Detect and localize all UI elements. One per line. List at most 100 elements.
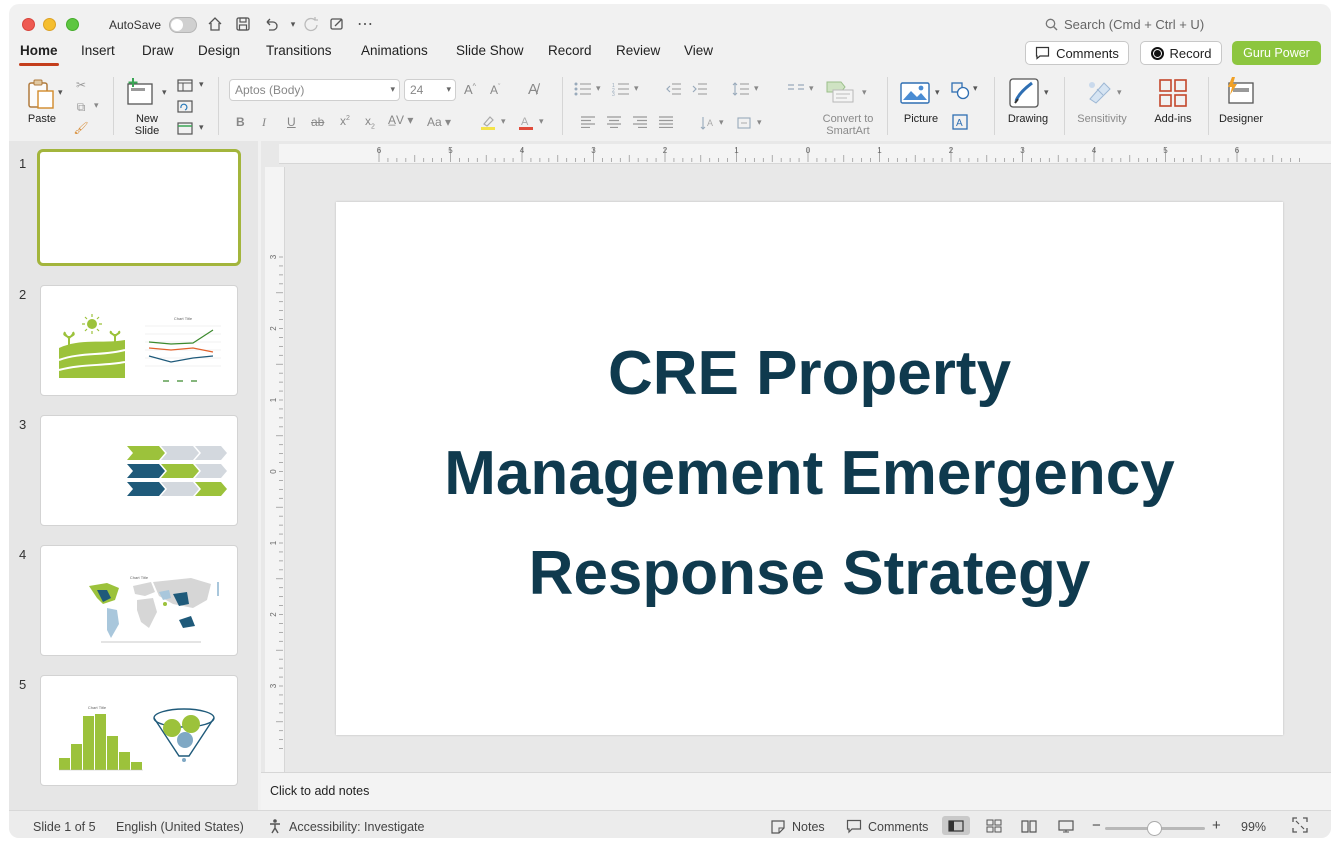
character-spacing-icon[interactable]: A̲V ▾ [388, 113, 413, 127]
home-icon[interactable] [205, 14, 225, 34]
tab-animations[interactable]: Animations [361, 42, 428, 68]
highlight-icon[interactable] [479, 113, 497, 131]
italic-icon[interactable]: I [262, 115, 266, 130]
columns-icon[interactable] [786, 81, 806, 97]
superscript-icon[interactable]: x2 [340, 114, 350, 128]
language-status[interactable]: English (United States) [116, 820, 244, 834]
section-icon[interactable] [176, 120, 194, 136]
increase-indent-icon[interactable] [691, 81, 709, 97]
align-left-icon[interactable] [579, 115, 597, 129]
format-painter-icon[interactable]: 🖌 [73, 120, 89, 136]
line-spacing-dropdown-icon[interactable]: ▾ [754, 83, 759, 94]
fit-to-window-icon[interactable] [1292, 817, 1308, 836]
reset-icon[interactable] [176, 98, 194, 114]
smartart-dropdown-icon[interactable]: ▾ [862, 87, 867, 98]
clear-formatting-icon[interactable]: A̸ [528, 81, 538, 98]
picture-dropdown-icon[interactable]: ▾ [935, 87, 940, 98]
reading-view-icon[interactable] [1015, 816, 1043, 835]
comments-toggle[interactable]: Comments [868, 820, 928, 834]
new-slide-icon[interactable] [126, 77, 156, 107]
new-slide-dropdown-icon[interactable]: ▾ [162, 87, 167, 98]
font-color-dropdown-icon[interactable]: ▾ [539, 116, 544, 127]
shapes-dropdown-icon[interactable]: ▾ [973, 83, 978, 94]
text-direction-dropdown-icon[interactable]: ▾ [719, 117, 724, 128]
slide-sorter-icon[interactable] [980, 816, 1008, 835]
font-color-icon[interactable]: A [517, 113, 535, 131]
guru-power-button[interactable]: Guru Power [1232, 41, 1321, 65]
save-icon[interactable] [233, 14, 253, 34]
redo-icon[interactable] [301, 14, 321, 34]
tab-view[interactable]: View [684, 42, 713, 68]
smartart-icon[interactable] [824, 77, 858, 105]
zoom-slider-handle[interactable] [1147, 821, 1162, 836]
close-window-button[interactable] [22, 18, 35, 31]
cut-icon[interactable]: ✂ [73, 77, 89, 93]
layout-icon[interactable] [176, 77, 194, 93]
bullets-dropdown-icon[interactable]: ▾ [596, 83, 601, 94]
paste-dropdown-icon[interactable]: ▾ [58, 87, 63, 98]
normal-view-icon[interactable] [942, 816, 970, 835]
text-direction-icon[interactable]: A [698, 115, 716, 131]
shapes-icon[interactable] [951, 81, 971, 101]
search-box[interactable]: Search (Cmd + Ctrl + U) [1045, 17, 1204, 32]
zoom-in-icon[interactable]: + [1212, 817, 1221, 834]
copy-dropdown-icon[interactable]: ▾ [94, 100, 99, 111]
autosave-toggle[interactable] [169, 17, 197, 33]
tab-record[interactable]: Record [548, 42, 592, 68]
notes-pane[interactable]: Click to add notes [261, 772, 1331, 810]
align-right-icon[interactable] [631, 115, 649, 129]
tab-home[interactable]: Home [19, 42, 59, 68]
zoom-window-button[interactable] [66, 18, 79, 31]
strikethrough-icon[interactable]: ab [311, 115, 324, 129]
add-ins-icon[interactable] [1157, 77, 1189, 109]
highlight-dropdown-icon[interactable]: ▾ [501, 116, 506, 127]
drawing-icon[interactable] [1007, 77, 1041, 109]
align-text-dropdown-icon[interactable]: ▾ [757, 117, 762, 128]
tab-draw[interactable]: Draw [142, 42, 174, 68]
text-box-icon[interactable]: A [951, 113, 969, 131]
present-icon[interactable] [327, 14, 347, 34]
tab-transitions[interactable]: Transitions [266, 42, 332, 68]
subscript-icon[interactable]: x2 [365, 114, 375, 130]
tab-design[interactable]: Design [198, 42, 240, 68]
bold-icon[interactable]: B [236, 115, 245, 129]
increase-font-icon[interactable]: A^ [464, 82, 476, 97]
align-text-icon[interactable] [735, 115, 753, 131]
zoom-level[interactable]: 99% [1241, 820, 1266, 834]
font-name-dropdown[interactable]: Aptos (Body) ▾ [229, 79, 400, 101]
tab-insert[interactable]: Insert [81, 42, 115, 68]
justify-icon[interactable] [657, 115, 675, 129]
minimize-window-button[interactable] [43, 18, 56, 31]
slide-title[interactable]: CRE Property Management Emergency Respon… [366, 324, 1253, 624]
copy-icon[interactable]: ⧉ [73, 99, 89, 115]
more-icon[interactable]: ⋯ [355, 14, 375, 34]
sensitivity-dropdown-icon[interactable]: ▾ [1117, 87, 1122, 98]
picture-icon[interactable] [899, 80, 931, 106]
zoom-out-icon[interactable]: − [1092, 817, 1101, 834]
tab-slide-show[interactable]: Slide Show [456, 42, 524, 68]
slide-show-icon[interactable] [1052, 816, 1080, 835]
underline-icon[interactable]: U [287, 115, 296, 129]
numbering-icon[interactable]: 123 [611, 81, 631, 97]
slide-thumbnail-5[interactable]: Chart Title [40, 675, 238, 786]
decrease-indent-icon[interactable] [665, 81, 683, 97]
sensitivity-icon[interactable] [1083, 77, 1115, 107]
slide-thumbnail-2[interactable]: Chart Title [40, 285, 238, 396]
slide-thumbnail-4[interactable]: Chart Title [40, 545, 238, 656]
layout-dropdown-icon[interactable]: ▾ [199, 79, 204, 90]
slide-canvas[interactable]: CRE Property Management Emergency Respon… [336, 202, 1283, 735]
tab-review[interactable]: Review [616, 42, 660, 68]
accessibility-status[interactable]: Accessibility: Investigate [289, 820, 424, 834]
slide-thumbnail-3[interactable] [40, 415, 238, 526]
columns-dropdown-icon[interactable]: ▾ [809, 83, 814, 94]
comments-button[interactable]: Comments [1025, 41, 1129, 65]
align-center-icon[interactable] [605, 115, 623, 129]
change-case-icon[interactable]: Aa ▾ [427, 115, 451, 129]
numbering-dropdown-icon[interactable]: ▾ [634, 83, 639, 94]
record-button[interactable]: Record [1140, 41, 1222, 65]
line-spacing-icon[interactable] [731, 81, 751, 97]
paste-icon[interactable] [23, 77, 59, 111]
drawing-dropdown-icon[interactable]: ▾ [1044, 87, 1049, 98]
undo-icon[interactable] [261, 14, 281, 34]
slide-thumbnail-1[interactable] [37, 149, 241, 266]
